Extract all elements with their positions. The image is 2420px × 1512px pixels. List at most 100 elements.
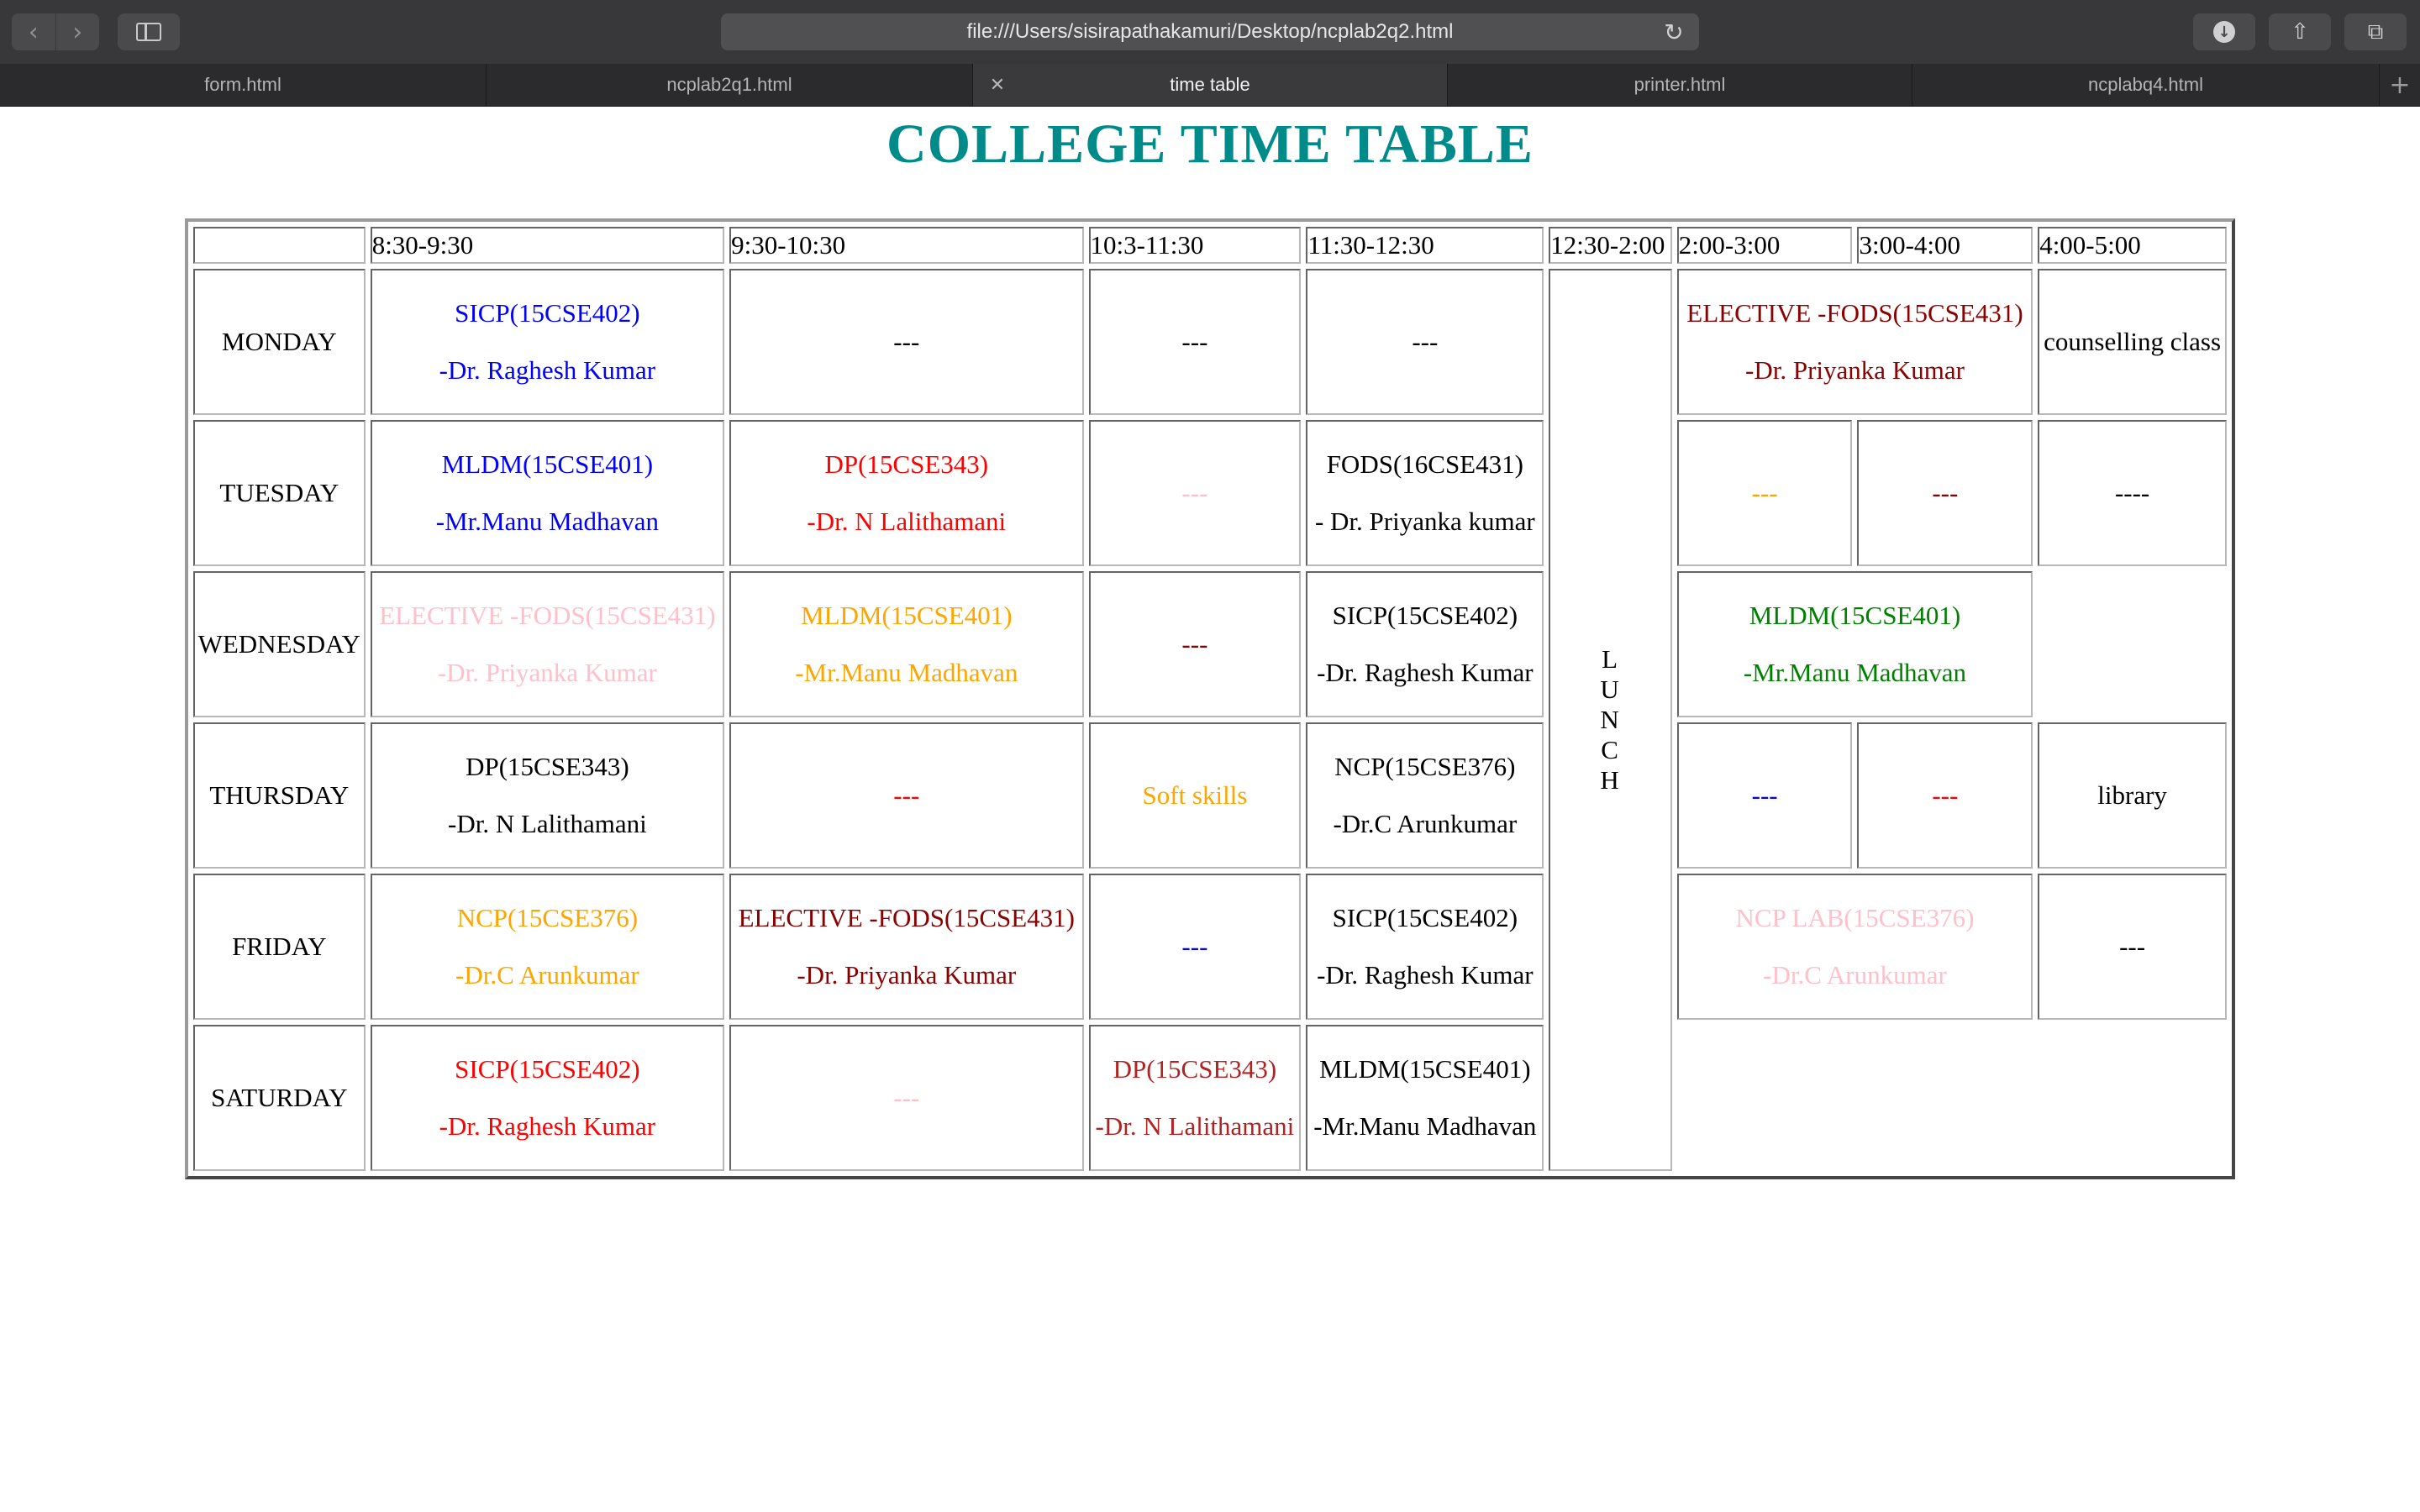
course-name: SICP(15CSE402) [455, 298, 640, 328]
slot-cell: --- [1676, 420, 1853, 566]
faculty-name: -Dr. Raghesh Kumar [439, 1111, 656, 1141]
course-name: DP(15CSE343) [824, 449, 989, 479]
lunch-letter: H [1600, 765, 1621, 795]
faculty-name: -Dr. Priyanka Kumar [1745, 355, 1965, 385]
lunch-letter: N [1600, 705, 1621, 734]
slot-cell: ---- [2038, 420, 2227, 566]
course-name: --- [893, 1083, 920, 1112]
slot-cell: --- [1857, 420, 2033, 566]
day-label: THURSDAY [209, 780, 350, 810]
sidebar-toggle-button[interactable] [118, 13, 180, 50]
empty-cell [1677, 1025, 2227, 1171]
faculty-name: -Dr. N Lalithamani [1095, 1111, 1295, 1141]
course-name: MLDM(15CSE401) [1319, 1054, 1531, 1084]
slot-cell: ELECTIVE -FODS(15CSE431) -Dr. Priyanka K… [370, 571, 725, 717]
download-icon: ↓ [2213, 21, 2235, 43]
reload-icon[interactable]: ↻ [1660, 18, 1687, 46]
lunch-letter: U [1600, 675, 1621, 704]
tab-ncplabq4[interactable]: ncplabq4.html [1912, 64, 2380, 106]
day-label: WEDNESDAY [197, 629, 361, 659]
header-cell: 2:00-3:00 [1676, 227, 1853, 264]
slot-cell: DP(15CSE343) -Dr. N Lalithamani [1088, 1025, 1302, 1171]
course-name: NCP(15CSE376) [1334, 752, 1516, 781]
tab-label: ncplabq4.html [2088, 74, 2203, 95]
downloads-button[interactable]: ↓ [2193, 13, 2255, 50]
day-cell: WEDNESDAY [193, 571, 366, 717]
course-name: --- [1751, 780, 1778, 810]
course-name: FODS(16CSE431) [1326, 449, 1523, 479]
header-cell: 9:30-10:30 [729, 227, 1084, 264]
slot-cell: library [2038, 722, 2227, 869]
tab-bar: form.html ncplab2q1.html ✕ time table pr… [0, 64, 2420, 107]
header-cell: 3:00-4:00 [1857, 227, 2033, 264]
slot-cell: MLDM(15CSE401) -Mr.Manu Madhavan [1676, 571, 2033, 717]
table-row-saturday: SATURDAY SICP(15CSE402) -Dr. Raghesh Kum… [193, 1025, 2227, 1171]
slot-cell: MLDM(15CSE401) -Mr.Manu Madhavan [370, 420, 725, 566]
faculty-name: -Dr. Raghesh Kumar [439, 355, 656, 385]
slot-cell: --- [1857, 722, 2033, 869]
timetable: 8:30-9:30 9:30-10:30 10:3-11:30 11:30-12… [185, 218, 2235, 1179]
course-name: NCP LAB(15CSE376) [1735, 903, 1975, 932]
table-row-monday: MONDAY SICP(15CSE402) -Dr. Raghesh Kumar… [193, 269, 2227, 1171]
faculty-name: - Dr. Priyanka kumar [1314, 507, 1535, 536]
day-cell: THURSDAY [193, 722, 366, 869]
course-name: --- [1932, 478, 1959, 507]
tab-label: ncplab2q1.html [666, 74, 792, 95]
page-title: COLLEGE TIME TABLE [886, 113, 1534, 175]
course-name: --- [893, 780, 920, 810]
faculty-name: -Dr. N Lalithamani [807, 507, 1007, 536]
course-name: counselling class [2044, 327, 2222, 356]
header-cell: 8:30-9:30 [370, 227, 725, 264]
tab-form[interactable]: form.html [0, 64, 487, 106]
slot-cell: MLDM(15CSE401) -Mr.Manu Madhavan [729, 571, 1084, 717]
url-text: file:///Users/sisirapathakamuri/Desktop/… [966, 20, 1454, 43]
course-name: ELECTIVE -FODS(15CSE431) [379, 601, 716, 630]
course-name: --- [1932, 780, 1959, 810]
header-row: 8:30-9:30 9:30-10:30 10:3-11:30 11:30-12… [193, 227, 2227, 264]
address-bar[interactable]: file:///Users/sisirapathakamuri/Desktop/… [721, 13, 1699, 50]
course-name: MLDM(15CSE401) [801, 601, 1013, 630]
day-label: FRIDAY [232, 932, 327, 961]
faculty-name: -Dr.C Arunkumar [455, 960, 639, 990]
day-label: SATURDAY [211, 1083, 348, 1112]
tab-overview-icon: ⧉ [2367, 18, 2384, 45]
slot-cell: --- [1088, 420, 1302, 566]
table-row-wednesday: WEDNESDAY ELECTIVE -FODS(15CSE431) -Dr. … [193, 571, 2227, 717]
slot-cell: SICP(15CSE402) -Dr. Raghesh Kumar [1306, 571, 1544, 717]
course-name: --- [1181, 629, 1208, 659]
slot-cell: --- [1676, 722, 1853, 869]
tab-ncplab2q1[interactable]: ncplab2q1.html [487, 64, 973, 106]
course-name: --- [1751, 478, 1778, 507]
table-row-tuesday: TUESDAY MLDM(15CSE401) -Mr.Manu Madhavan… [193, 420, 2227, 566]
new-tab-icon[interactable]: + [2380, 64, 2420, 106]
course-name: --- [1181, 932, 1208, 961]
day-label: MONDAY [222, 327, 337, 356]
faculty-name: -Mr.Manu Madhavan [1313, 1111, 1537, 1141]
faculty-name: -Dr. Priyanka Kumar [437, 658, 657, 687]
back-icon[interactable]: ‹ [12, 13, 55, 50]
slot-cell: DP(15CSE343) -Dr. N Lalithamani [370, 722, 725, 869]
slot-cell: ELECTIVE -FODS(15CSE431) -Dr. Priyanka K… [729, 874, 1084, 1020]
tab-time-table[interactable]: ✕ time table [973, 64, 1448, 106]
faculty-name: -Dr.C Arunkumar [1763, 960, 1947, 990]
course-name: ELECTIVE -FODS(15CSE431) [1686, 298, 2023, 328]
forward-icon[interactable]: › [55, 13, 100, 50]
share-button[interactable]: ⇧ [2269, 13, 2331, 50]
empty-cell [2038, 571, 2227, 717]
faculty-name: -Dr. N Lalithamani [448, 809, 647, 838]
close-icon[interactable]: ✕ [986, 74, 1008, 96]
slot-cell: SICP(15CSE402) -Dr. Raghesh Kumar [370, 269, 725, 415]
course-name: ---- [2114, 478, 2150, 507]
tab-printer[interactable]: printer.html [1448, 64, 1912, 106]
course-name: ELECTIVE -FODS(15CSE431) [738, 903, 1075, 932]
day-cell: MONDAY [193, 269, 366, 415]
slot-cell: --- [1088, 571, 1302, 717]
course-name: SICP(15CSE402) [455, 1054, 640, 1084]
browser-toolbar: ‹ › file:///Users/sisirapathakamuri/Desk… [0, 0, 2420, 65]
slot-cell: FODS(16CSE431) - Dr. Priyanka kumar [1306, 420, 1544, 566]
course-name: NCP(15CSE376) [456, 903, 639, 932]
faculty-name: -Mr.Manu Madhavan [795, 658, 1018, 687]
course-name: SICP(15CSE402) [1332, 903, 1518, 932]
tab-overview-button[interactable]: ⧉ [2344, 13, 2407, 50]
slot-cell: --- [1088, 874, 1302, 1020]
